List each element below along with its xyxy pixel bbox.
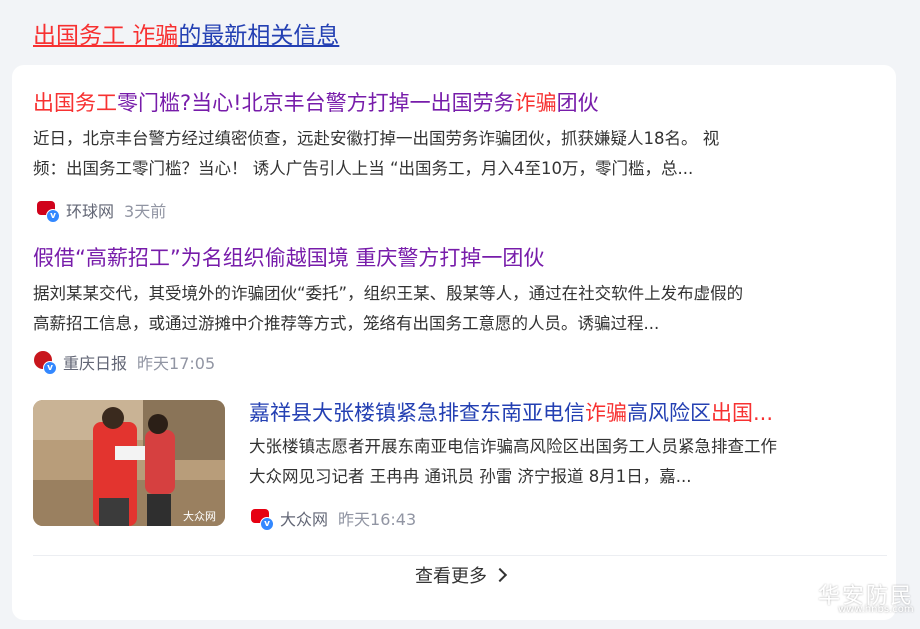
snippet-line: 大众网见习记者 王冉冉 通讯员 孙雷 济宁报道 8月1日，嘉... xyxy=(249,467,692,486)
title-keyword: 出国务工 xyxy=(33,91,117,115)
news-snippet-1: 近日，北京丰台警方经过缜密侦查，远赴安徽打掉一出国劳务诈骗团伙，抓获嫌疑人18名… xyxy=(33,124,883,184)
view-more-label: 查看更多 xyxy=(415,566,487,587)
snippet-line: 据刘某某交代，其受境外的诈骗团伙“委托”，组织王某、殷某等人，通过在社交软件上发… xyxy=(33,284,744,303)
news-snippet-3: 大张楼镇志愿者开展东南亚电信诈骗高风险区出国务工人员紧急排查工作 大众网见习记者… xyxy=(249,432,889,492)
thumbnail-caption: 大众网 xyxy=(183,509,216,523)
title-text: 零门槛?当心!北京丰台警方打掉一出国劳务 xyxy=(117,91,515,115)
section-title-keyword: 出国务工 诈骗 xyxy=(33,23,179,49)
source-logo-icon: v xyxy=(250,506,274,531)
view-more-button[interactable]: 查看更多 xyxy=(0,562,920,588)
snippet-line: 频：出国务工零门槛？当心！ 诱人广告引人上当 “出国务工，月入4至10万，零门槛… xyxy=(33,159,694,178)
title-keyword: 出国... xyxy=(711,401,774,425)
source-time: 昨天16:43 xyxy=(338,510,417,529)
title-keyword: 诈骗 xyxy=(514,91,557,115)
verified-icon: v xyxy=(46,209,60,223)
snippet-line: 高薪招工信息，或通过游摊中介推荐等方式，笼络有出国务工意愿的人员。诱骗过程... xyxy=(33,314,660,333)
source-name: 环球网 xyxy=(66,202,115,221)
news-title-3[interactable]: 嘉祥县大张楼镇紧急排查东南亚电信诈骗高风险区出国... xyxy=(249,398,859,428)
news-title-2[interactable]: 假借“高薪招工”为名组织偷越国境 重庆警方打掉一团伙 xyxy=(33,243,544,273)
chevron-right-icon xyxy=(492,567,508,583)
news-source-2[interactable]: v 重庆日报 昨天17:05 xyxy=(33,350,216,375)
verified-icon: v xyxy=(43,361,57,375)
source-name: 重庆日报 xyxy=(63,354,128,373)
section-title-rest: 的最新相关信息 xyxy=(178,23,340,49)
source-logo-icon: v xyxy=(36,198,60,223)
source-time: 3天前 xyxy=(124,202,167,221)
watermark-url: www.hnbs.com xyxy=(838,604,914,615)
news-thumbnail[interactable]: 大众网 xyxy=(33,400,225,526)
title-text: 假借“高薪招工”为名组织偷越国境 重庆警方打掉一团伙 xyxy=(33,246,545,270)
source-logo-icon: v xyxy=(33,350,57,375)
snippet-line: 大张楼镇志愿者开展东南亚电信诈骗高风险区出国务工人员紧急排查工作 xyxy=(249,437,777,456)
title-text: 高风险区 xyxy=(627,401,711,425)
news-source-1[interactable]: v 环球网 3天前 xyxy=(36,198,167,223)
news-snippet-2: 据刘某某交代，其受境外的诈骗团伙“委托”，组织王某、殷某等人，通过在社交软件上发… xyxy=(33,279,883,339)
section-title[interactable]: 出国务工 诈骗的最新相关信息 xyxy=(33,16,339,56)
news-source-3[interactable]: v 大众网 昨天16:43 xyxy=(250,506,417,531)
source-name: 大众网 xyxy=(280,510,329,529)
source-time: 昨天17:05 xyxy=(137,354,216,373)
news-title-1[interactable]: 出国务工零门槛?当心!北京丰台警方打掉一出国劳务诈骗团伙 xyxy=(33,88,599,118)
snippet-line: 近日，北京丰台警方经过缜密侦查，远赴安徽打掉一出国劳务诈骗团伙，抓获嫌疑人18名… xyxy=(33,129,720,148)
divider xyxy=(33,555,887,556)
title-keyword: 诈骗 xyxy=(585,401,627,425)
thumbnail-photo: 大众网 xyxy=(33,400,225,526)
verified-icon: v xyxy=(260,517,274,531)
title-text: 团伙 xyxy=(556,91,599,115)
title-text: 嘉祥县大张楼镇紧急排查东南亚电信 xyxy=(249,401,585,425)
